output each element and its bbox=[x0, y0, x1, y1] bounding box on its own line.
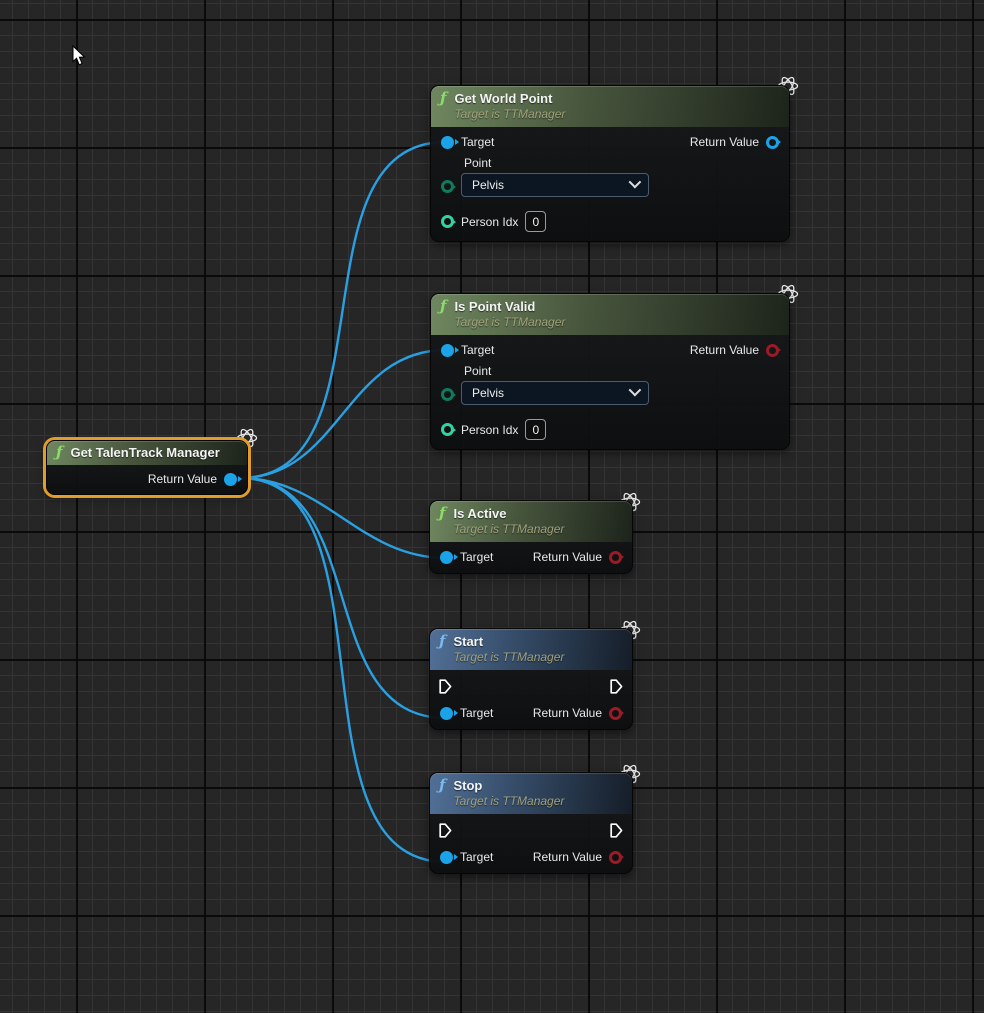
node-stop[interactable]: ƒ Stop Target is TTManager Target Return… bbox=[429, 772, 633, 874]
node-title: Is Point Valid bbox=[454, 298, 565, 315]
node-header: ƒ Get TalenTrack Manager bbox=[47, 441, 247, 465]
return-value-label: Return Value bbox=[533, 850, 602, 864]
target-label: Target bbox=[460, 550, 493, 564]
wire-to-get-world-point[interactable] bbox=[240, 142, 446, 478]
target-pin[interactable] bbox=[441, 344, 454, 357]
target-pin[interactable] bbox=[440, 551, 453, 564]
return-value-label: Return Value bbox=[690, 343, 759, 357]
function-icon: ƒ bbox=[56, 444, 62, 461]
target-label: Target bbox=[460, 850, 493, 864]
point-dropdown-value: Pelvis bbox=[472, 386, 504, 400]
node-header: ƒ Is Active Target is TTManager bbox=[430, 501, 632, 542]
person-idx-label: Person Idx bbox=[461, 215, 518, 229]
person-idx-input[interactable]: 0 bbox=[525, 211, 546, 232]
blueprint-graph-canvas[interactable]: { "icons": { "function": "ƒ", "badge": "… bbox=[0, 0, 984, 1013]
node-is-point-valid[interactable]: ƒ Is Point Valid Target is TTManager Tar… bbox=[430, 293, 790, 450]
node-subtitle: Target is TTManager bbox=[453, 650, 564, 665]
function-icon: ƒ bbox=[439, 505, 445, 522]
node-header: ƒ Get World Point Target is TTManager bbox=[431, 86, 789, 127]
point-label: Point bbox=[461, 156, 649, 170]
node-header: ƒ Is Point Valid Target is TTManager bbox=[431, 294, 789, 335]
person-idx-pin[interactable] bbox=[441, 215, 454, 228]
node-subtitle: Target is TTManager bbox=[453, 794, 564, 809]
node-title: Get TalenTrack Manager bbox=[70, 444, 219, 461]
return-value-label: Return Value bbox=[690, 135, 759, 149]
point-dropdown[interactable]: Pelvis bbox=[461, 173, 649, 197]
exec-out-pin[interactable] bbox=[610, 679, 623, 694]
function-icon: ƒ bbox=[439, 633, 445, 650]
point-dropdown-value: Pelvis bbox=[472, 178, 504, 192]
node-header: ƒ Stop Target is TTManager bbox=[430, 773, 632, 814]
node-get-world-point[interactable]: ƒ Get World Point Target is TTManager Ta… bbox=[430, 85, 790, 242]
return-value-label: Return Value bbox=[533, 550, 602, 564]
node-start[interactable]: ƒ Start Target is TTManager Target Retur… bbox=[429, 628, 633, 730]
return-value-pin[interactable] bbox=[766, 136, 779, 149]
return-value-pin[interactable] bbox=[766, 344, 779, 357]
wire-to-is-active[interactable] bbox=[240, 478, 446, 558]
return-value-pin[interactable] bbox=[224, 473, 237, 486]
target-label: Target bbox=[461, 343, 494, 357]
mouse-cursor bbox=[72, 45, 87, 67]
target-label: Target bbox=[461, 135, 494, 149]
return-value-pin[interactable] bbox=[609, 851, 622, 864]
target-pin[interactable] bbox=[441, 136, 454, 149]
point-pin[interactable] bbox=[441, 388, 454, 401]
point-label: Point bbox=[461, 364, 649, 378]
chevron-down-icon bbox=[629, 384, 642, 397]
target-pin[interactable] bbox=[440, 851, 453, 864]
return-value-pin[interactable] bbox=[609, 707, 622, 720]
return-value-pin[interactable] bbox=[609, 551, 622, 564]
point-dropdown[interactable]: Pelvis bbox=[461, 381, 649, 405]
exec-in-pin[interactable] bbox=[439, 823, 452, 838]
node-subtitle: Target is TTManager bbox=[453, 522, 564, 537]
node-title: Stop bbox=[453, 777, 564, 794]
node-is-active[interactable]: ƒ Is Active Target is TTManager Target R… bbox=[429, 500, 633, 574]
wire-to-stop[interactable] bbox=[240, 478, 446, 862]
person-idx-label: Person Idx bbox=[461, 423, 518, 437]
exec-in-pin[interactable] bbox=[439, 679, 452, 694]
chevron-down-icon bbox=[629, 176, 642, 189]
node-subtitle: Target is TTManager bbox=[454, 315, 565, 330]
return-value-label: Return Value bbox=[148, 472, 217, 486]
function-icon: ƒ bbox=[440, 298, 446, 315]
wire-to-is-point-valid[interactable] bbox=[240, 350, 446, 478]
function-icon: ƒ bbox=[439, 777, 445, 794]
node-get-talentrack-manager[interactable]: ƒ Get TalenTrack Manager Return Value bbox=[46, 440, 248, 495]
node-title: Get World Point bbox=[454, 90, 565, 107]
node-title: Start bbox=[453, 633, 564, 650]
person-idx-pin[interactable] bbox=[441, 423, 454, 436]
person-idx-input[interactable]: 0 bbox=[525, 419, 546, 440]
target-pin[interactable] bbox=[440, 707, 453, 720]
node-title: Is Active bbox=[453, 505, 564, 522]
return-value-label: Return Value bbox=[533, 706, 602, 720]
exec-out-pin[interactable] bbox=[610, 823, 623, 838]
target-label: Target bbox=[460, 706, 493, 720]
node-header: ƒ Start Target is TTManager bbox=[430, 629, 632, 670]
function-icon: ƒ bbox=[440, 90, 446, 107]
node-subtitle: Target is TTManager bbox=[454, 107, 565, 122]
point-pin[interactable] bbox=[441, 180, 454, 193]
